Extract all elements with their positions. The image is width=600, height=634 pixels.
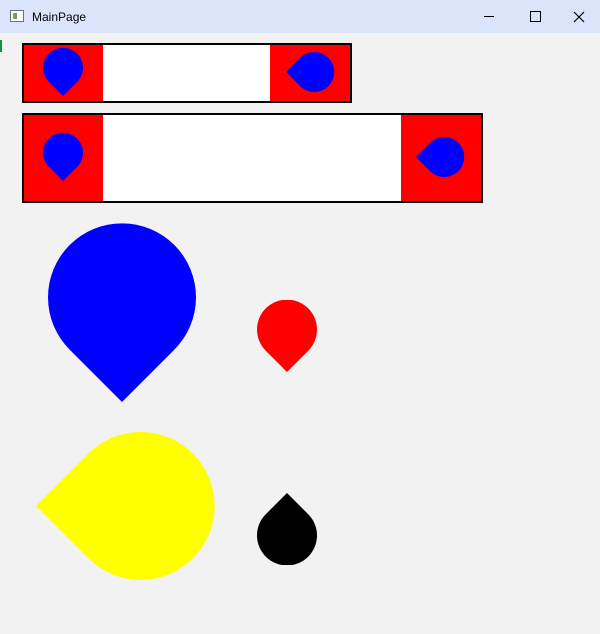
drop-point-left-blue-icon [286, 52, 335, 92]
maximize-button[interactable] [512, 0, 558, 33]
app-window-icon [10, 10, 24, 22]
close-button[interactable] [556, 0, 600, 33]
drop-point-down-blue-large-icon [47, 223, 197, 402]
minimize-icon [484, 16, 494, 17]
drop-point-up-black-icon [257, 493, 317, 565]
drop-point-down-blue-icon [43, 132, 83, 181]
title-bar[interactable]: MainPage [0, 0, 600, 33]
edge-marker [0, 40, 2, 52]
window-title: MainPage [32, 10, 87, 24]
main-window: MainPage [0, 0, 600, 634]
close-icon [573, 11, 585, 22]
maximize-icon [529, 11, 541, 22]
drop-point-left-yellow-icon [36, 432, 215, 580]
minimize-button[interactable] [466, 0, 512, 33]
drop-point-down-blue-icon [43, 47, 83, 96]
drop-point-left-blue-icon [416, 137, 465, 177]
drop-point-down-red-icon [257, 300, 317, 372]
